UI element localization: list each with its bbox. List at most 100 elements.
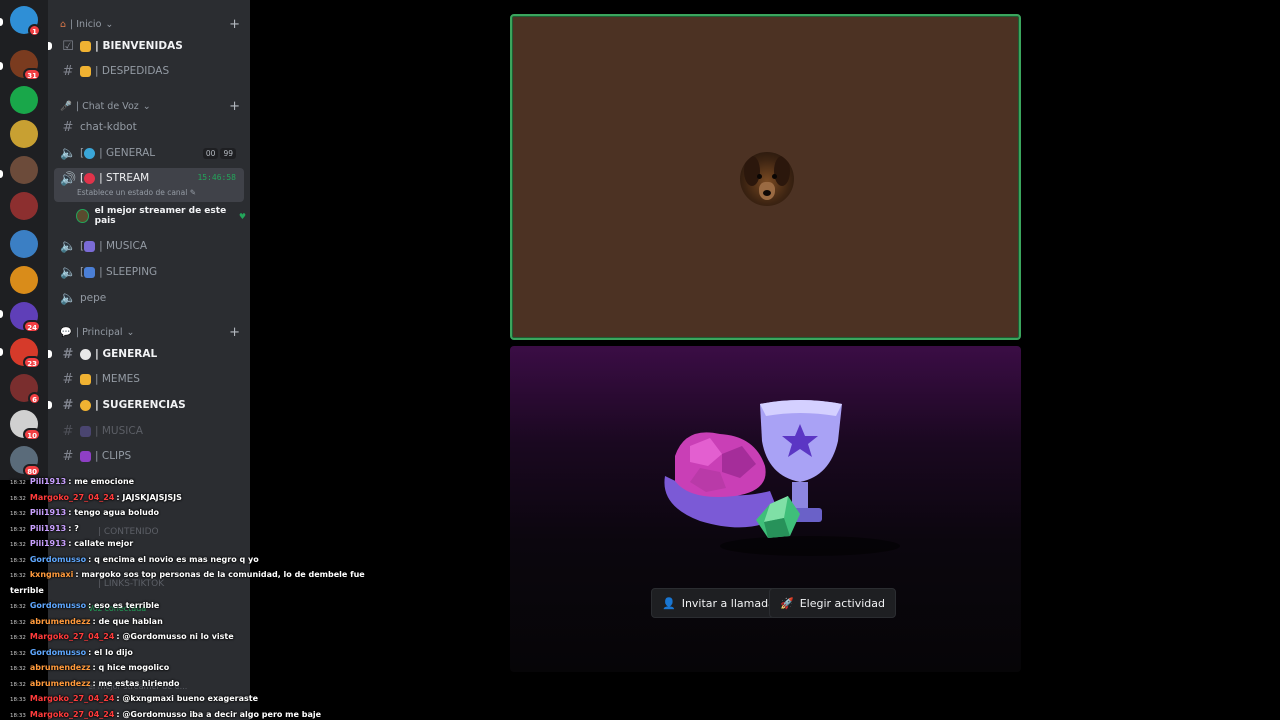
server-icon[interactable]: 1 xyxy=(10,6,41,37)
cat-emoji-icon xyxy=(80,373,91,385)
chat-text: : @Gordomusso iba a decir algo pero me b… xyxy=(116,709,322,719)
server-icon[interactable] xyxy=(10,120,38,148)
unread-pill xyxy=(0,170,3,178)
channel-chat-kdbot[interactable]: # chat-kdbot xyxy=(54,116,244,138)
chat-message: 18:33 Margoko_27_04_24: @kxngmaxi bueno e… xyxy=(10,693,258,706)
channel-memes[interactable]: # | MEMES xyxy=(54,368,244,390)
server-icon[interactable] xyxy=(10,192,38,220)
speaker-icon: 🔈 xyxy=(60,290,77,306)
channel-sugerencias[interactable]: # | SUGERENCIAS xyxy=(48,394,244,416)
chat-message: 18:32 Gordomusso: el lo dijo xyxy=(10,647,133,660)
chat-timestamp: 18:32 xyxy=(10,650,26,657)
chat-text: : margoko sos top personas de la comunid… xyxy=(75,570,365,579)
chat-text: : q encima el novio es mas negro q yo xyxy=(88,554,259,564)
sleep-emoji-icon xyxy=(84,266,96,278)
voice-participant[interactable]: el mejor streamer de este pais ♥ xyxy=(76,206,246,226)
server-icon[interactable] xyxy=(10,266,38,294)
server-icon[interactable]: 10 xyxy=(10,410,41,441)
chat-username: abrumendezz xyxy=(29,678,91,688)
chat-timestamp: 18:32 xyxy=(10,480,26,486)
choose-activity-button[interactable]: 🚀 Elegir actividad xyxy=(769,588,896,618)
chat-username: abrumendezz xyxy=(29,663,91,672)
category-inicio[interactable]: ⌂ | Inicio ⌄ + xyxy=(60,16,240,32)
server-icon[interactable] xyxy=(10,230,38,258)
chat-username: Pili1913 xyxy=(29,523,67,533)
server-icon[interactable]: 23 xyxy=(10,338,41,369)
clip-emoji-icon xyxy=(80,450,91,462)
dog-avatar xyxy=(740,152,794,206)
hash-icon: # xyxy=(62,448,74,464)
channel-status-prompt[interactable]: Establece un estado de canal ✎ xyxy=(77,188,196,197)
chat-message: 18:32 Gordomusso: q encima el novio es ma… xyxy=(10,554,259,567)
chat-text: : q hice mogolico xyxy=(92,663,170,672)
pencil-icon: ✎ xyxy=(189,188,197,197)
participant-tile[interactable] xyxy=(510,14,1021,340)
chat-username: Gordomusso xyxy=(29,554,87,564)
chat-text: : tengo agua boludo xyxy=(68,508,160,517)
mention-badge: 23 xyxy=(23,356,41,369)
chat-username: Pili1913 xyxy=(29,477,67,486)
server-icon[interactable]: 24 xyxy=(10,302,41,333)
globe-emoji-icon xyxy=(84,147,96,159)
chat-text: : me emocione xyxy=(68,477,135,486)
chevron-down-icon: ⌄ xyxy=(126,326,135,338)
chat-username: Pili1913 xyxy=(29,508,67,517)
chat-message: terrible xyxy=(10,585,44,596)
add-channel-icon[interactable]: + xyxy=(229,99,240,114)
heart-icon: ♥ xyxy=(238,211,246,221)
add-channel-icon[interactable]: + xyxy=(229,325,240,340)
mention-badge: 24 xyxy=(23,320,41,333)
chat-timestamp: 18:32 xyxy=(10,511,26,517)
chat-timestamp: 18:32 xyxy=(10,666,26,672)
hash-icon: # xyxy=(62,397,74,413)
server-icon[interactable] xyxy=(10,156,38,184)
add-channel-icon[interactable]: + xyxy=(229,17,240,32)
category-chat-de-voz[interactable]: 🎤 | Chat de Voz ⌄ + xyxy=(60,98,240,114)
voice-channel-pepe[interactable]: 🔈 pepe xyxy=(54,287,244,309)
channel-clips[interactable]: # | CLIPS xyxy=(54,445,244,467)
hash-icon: # xyxy=(62,119,74,135)
voice-channel-general[interactable]: 🔈 [ | GENERAL 00 99 xyxy=(54,142,244,164)
channel-musica[interactable]: # | MUSICA xyxy=(54,420,244,442)
unread-indicator xyxy=(48,350,52,358)
channel-bienvenidas[interactable]: ☑ | BIENVENIDAS xyxy=(48,35,244,57)
chat-text: : de que hablan xyxy=(92,616,163,626)
chat-timestamp: 18:33 xyxy=(10,712,26,719)
red-circle-emoji-icon xyxy=(84,173,96,184)
chat-timestamp: 18:32 xyxy=(10,526,26,533)
discord-window: 1 31 24 23 6 10 80 ⌂ | Inicio ⌄ + ☑ | BIENVENI… xyxy=(0,0,1280,720)
invite-call-button[interactable]: 👤 Invitar a llamada xyxy=(651,588,786,618)
server-icon[interactable]: 80 xyxy=(10,446,41,477)
chat-username: abrumendezz xyxy=(29,616,91,626)
chat-text: terrible xyxy=(10,585,44,595)
category-principal[interactable]: 💬 | Principal ⌄ + xyxy=(60,324,240,340)
chat-username: Gordomusso xyxy=(29,647,87,657)
chat-text: : el lo dijo xyxy=(88,647,133,657)
chat-timestamp: 18:32 xyxy=(10,619,26,626)
voice-channel-musica[interactable]: 🔈 [ | MUSICA xyxy=(54,235,244,257)
hash-icon: # xyxy=(62,63,74,79)
server-icon[interactable]: 6 xyxy=(10,374,41,405)
music-note-emoji-icon xyxy=(80,425,91,437)
chevron-down-icon: ⌄ xyxy=(105,18,114,30)
channel-despedidas[interactable]: # | DESPEDIDAS xyxy=(54,60,244,82)
server-icon[interactable]: 31 xyxy=(10,50,41,81)
channel-general[interactable]: # | GENERAL xyxy=(48,343,244,365)
house-icon: ⌂ xyxy=(60,18,67,30)
chat-text: : me estas hiriendo xyxy=(92,678,180,688)
mention-badge: 10 xyxy=(23,428,41,441)
server-icon[interactable] xyxy=(10,86,38,114)
chat-message: 18:32 kxngmaxi: margoko sos top personas … xyxy=(10,569,365,582)
speaker-icon: 🔈 xyxy=(60,238,77,254)
add-user-icon: 👤 xyxy=(662,596,676,610)
voice-channel-sleeping[interactable]: 🔈 [ | SLEEPING xyxy=(54,261,244,283)
chat-text: : eso es terrible xyxy=(88,601,160,610)
chat-text: : callate mejor xyxy=(68,539,134,548)
unread-pill xyxy=(0,310,3,318)
unread-pill xyxy=(0,348,3,356)
chat-message: 18:32 Gordomusso: eso es terrible xyxy=(10,600,159,613)
rocket-icon: 🚀 xyxy=(780,596,794,610)
chat-username: Margoko_27_04_24 xyxy=(29,694,115,703)
mention-badge: 1 xyxy=(28,24,41,37)
unread-indicator xyxy=(48,42,52,50)
